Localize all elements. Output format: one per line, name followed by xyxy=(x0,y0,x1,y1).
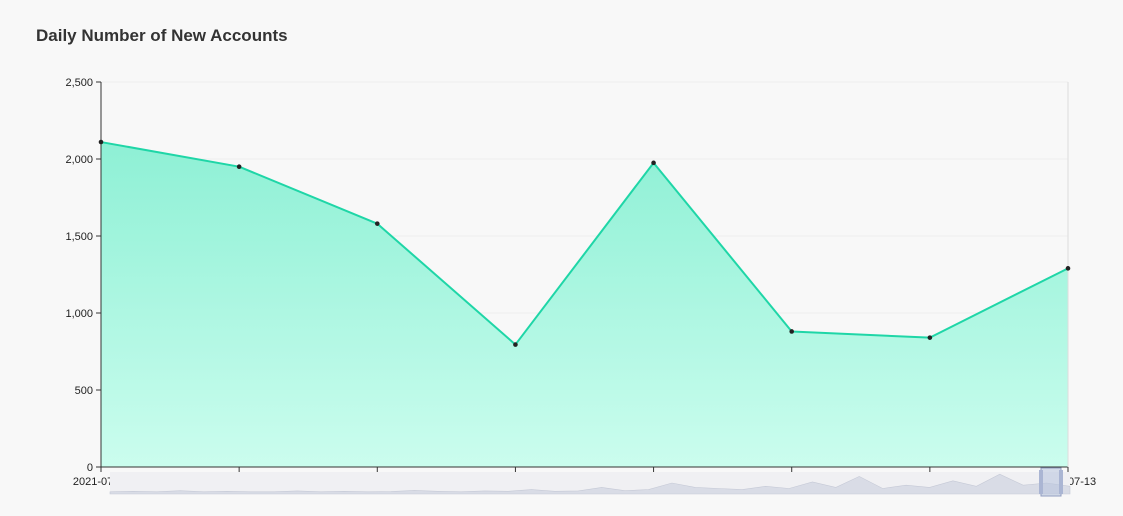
data-point[interactable] xyxy=(374,221,380,226)
data-point[interactable] xyxy=(651,160,656,166)
chart-svg: 05001,0001,5002,0002,500 2021-07-062021-… xyxy=(65,77,1096,497)
range-slider-left-handle[interactable] xyxy=(1039,470,1043,494)
y-tick-label: 0 xyxy=(87,462,93,474)
chart-page: Daily Number of New Accounts 0 500 1,000 1,… xyxy=(0,0,1123,516)
range-slider-window[interactable] xyxy=(1040,467,1062,497)
data-point[interactable] xyxy=(236,164,242,169)
y-tick-label: 2,500 xyxy=(65,77,93,89)
data-point[interactable] xyxy=(98,139,104,145)
y-tick-label: 500 xyxy=(75,385,93,397)
range-slider[interactable] xyxy=(109,467,1071,497)
y-tick-label: 1,000 xyxy=(65,308,93,320)
data-point[interactable] xyxy=(1065,266,1071,271)
y-axis-ticks: 0 500 1,000 1,500 2,000 2,500 xyxy=(65,77,101,474)
data-point[interactable] xyxy=(789,329,795,334)
data-point[interactable] xyxy=(927,335,933,340)
data-point[interactable] xyxy=(513,342,518,347)
y-tick-label: 1,500 xyxy=(65,231,93,243)
range-slider-right-handle[interactable] xyxy=(1059,470,1063,494)
y-tick-label: 2,000 xyxy=(65,154,93,166)
